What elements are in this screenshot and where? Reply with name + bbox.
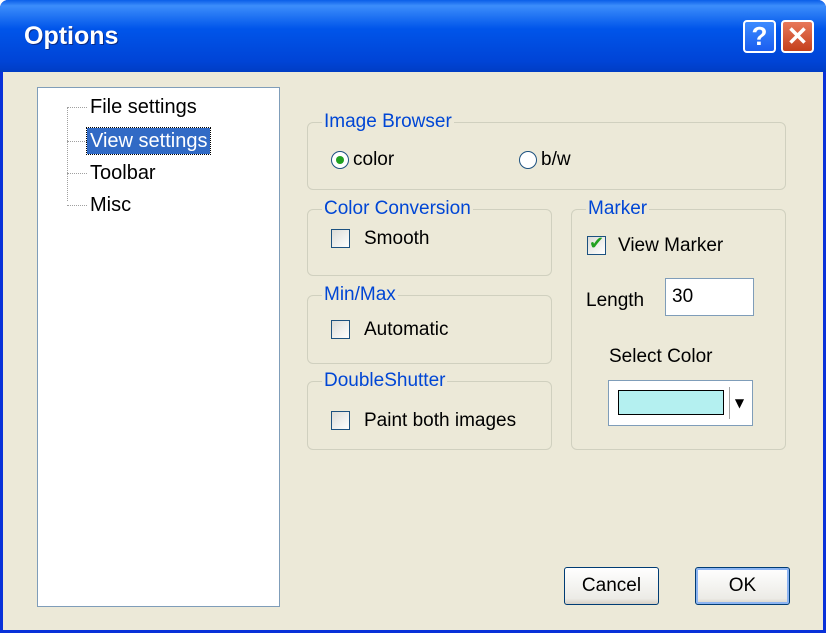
chevron-down-icon: ▼: [734, 396, 745, 410]
select-color-label: Select Color: [609, 346, 713, 367]
image-browser-title: Image Browser: [324, 111, 452, 132]
tree-item-label: File settings: [90, 96, 197, 118]
bw-radio-label[interactable]: b/w: [541, 149, 571, 171]
tree-connector: [67, 140, 87, 142]
tree-connector: [67, 106, 87, 108]
color-radio[interactable]: [331, 151, 349, 169]
double-shutter-title: DoubleShutter: [324, 370, 446, 391]
close-button[interactable]: ✕: [781, 20, 814, 53]
window-title: Options: [24, 22, 119, 50]
tree-item-label: View settings: [85, 127, 212, 155]
settings-tree[interactable]: File settings View settings Toolbar Misc: [37, 87, 280, 607]
help-icon: ?: [751, 21, 768, 51]
tree-item-misc[interactable]: Misc: [67, 190, 134, 220]
cancel-button[interactable]: Cancel: [564, 567, 659, 605]
color-conversion-title: Color Conversion: [324, 198, 471, 219]
tree-item-file-settings[interactable]: File settings: [67, 92, 200, 122]
tree-item-label: Toolbar: [90, 162, 156, 184]
options-dialog: Options ? ✕ File settings View settings …: [0, 0, 826, 633]
paint-both-images-checkbox[interactable]: [331, 411, 350, 430]
min-max-title: Min/Max: [324, 284, 396, 305]
title-bar[interactable]: Options ? ✕: [0, 0, 826, 72]
view-marker-checkbox[interactable]: ✔: [587, 233, 606, 255]
tree-item-label: Misc: [90, 194, 132, 216]
color-swatch: [618, 390, 724, 415]
close-icon: ✕: [786, 21, 809, 51]
smooth-label[interactable]: Smooth: [364, 228, 429, 250]
length-label: Length: [586, 290, 645, 311]
paint-both-images-label[interactable]: Paint both images: [364, 410, 516, 432]
tree-connector: [67, 204, 87, 206]
view-marker-label[interactable]: View Marker: [618, 235, 723, 257]
color-select-dropdown[interactable]: ▼: [608, 380, 753, 426]
ok-button[interactable]: OK: [695, 567, 790, 605]
automatic-label[interactable]: Automatic: [364, 319, 448, 341]
automatic-checkbox[interactable]: [331, 320, 350, 339]
marker-title: Marker: [588, 198, 648, 219]
help-button[interactable]: ?: [743, 20, 776, 53]
smooth-checkbox[interactable]: [331, 229, 350, 248]
tree-item-view-settings[interactable]: View settings: [67, 126, 212, 156]
length-input[interactable]: [665, 278, 754, 316]
checkmark-icon: ✔: [589, 233, 605, 254]
bw-radio[interactable]: [519, 151, 537, 169]
tree-item-toolbar[interactable]: Toolbar: [67, 158, 159, 188]
radio-selected-dot: [336, 156, 344, 164]
tree-connector: [67, 172, 87, 174]
dropdown-arrow-button[interactable]: ▼: [729, 387, 749, 419]
color-radio-label[interactable]: color: [353, 149, 394, 171]
